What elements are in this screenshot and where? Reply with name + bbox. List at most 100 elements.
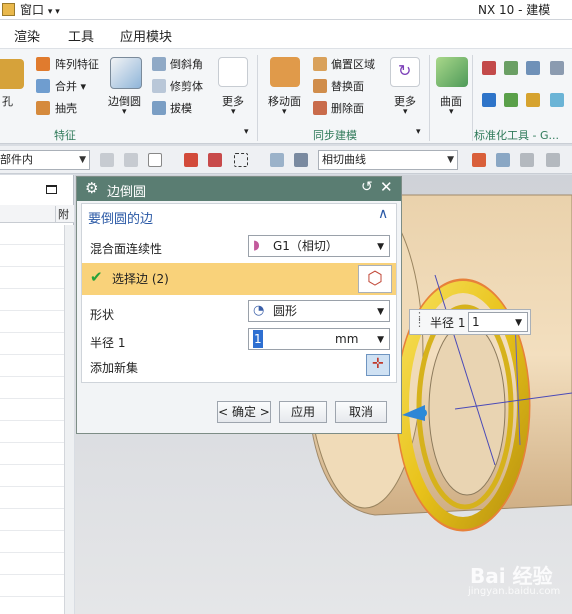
section-header[interactable]: 要倒圆的边 ∧ (82, 204, 396, 228)
list-item[interactable] (0, 357, 64, 377)
filter-icon[interactable] (124, 153, 138, 167)
list-item[interactable] (0, 225, 64, 245)
list-item[interactable] (0, 269, 64, 289)
line-icon[interactable] (546, 153, 560, 167)
list-item[interactable] (0, 379, 64, 399)
radius-tip-value[interactable]: 1 ▼ (468, 312, 528, 332)
tool-icon[interactable] (482, 61, 496, 75)
tab-render[interactable]: 渲染 (14, 26, 40, 45)
chevron-down-icon[interactable]: ▾ (403, 107, 408, 117)
section-title: 要倒圆的边 (88, 212, 154, 227)
list-item[interactable] (0, 291, 64, 311)
trim-body-button[interactable]: 修剪体 (170, 78, 203, 94)
chain-icon[interactable] (208, 153, 222, 167)
shape-icon: ◔ (253, 303, 265, 318)
window-menu[interactable]: 窗口 ▾ ▾ (20, 1, 60, 21)
snap-icon[interactable] (100, 153, 114, 167)
watermark-logo: Bai 经验 (470, 564, 553, 588)
replace-face-icon (313, 79, 327, 93)
collapse-icon[interactable]: ∧ (378, 206, 388, 222)
ok-button[interactable]: < 确定 > (217, 401, 271, 423)
face-icon[interactable] (294, 153, 308, 167)
select-edge-button[interactable]: ⬡ (358, 265, 392, 293)
hole-button[interactable]: 孔 (2, 93, 13, 109)
offset-region-button[interactable]: 偏置区域 (331, 56, 375, 72)
chevron-down-icon[interactable]: ▾ (122, 107, 127, 117)
list-item[interactable] (0, 577, 64, 597)
tool-icon[interactable] (482, 93, 496, 107)
chevron-down-icon: ▼ (377, 307, 384, 317)
list-item[interactable] (0, 511, 64, 531)
arrow-icon[interactable] (496, 153, 510, 167)
chamfer-icon (152, 57, 166, 71)
apply-button[interactable]: 应用 (279, 401, 327, 423)
box-select-icon[interactable] (234, 153, 248, 167)
chevron-down-icon: ▼ (515, 318, 522, 328)
grip-icon[interactable]: ⋮ ⋮ (414, 311, 425, 328)
list-item[interactable] (0, 247, 64, 267)
tab-tools[interactable]: 工具 (68, 26, 94, 45)
shell-button[interactable]: 抽壳 (55, 100, 77, 116)
list-item[interactable] (0, 489, 64, 509)
reset-icon[interactable]: ↺ (361, 179, 373, 195)
tool-icon[interactable] (550, 61, 564, 75)
intersect-icon[interactable] (472, 153, 486, 167)
chevron-down-icon: ▾ ▾ (47, 7, 60, 17)
combine-button[interactable]: 合并 ▾ (55, 78, 86, 94)
edge-blend-icon[interactable] (110, 57, 142, 89)
cancel-button[interactable]: 取消 (335, 401, 387, 423)
list-item[interactable] (0, 335, 64, 355)
tool-icon[interactable] (550, 93, 564, 107)
select-edge-row[interactable]: ✔ 选择边 (2) ⬡ (82, 263, 396, 295)
move-face-icon[interactable] (270, 57, 300, 87)
list-item[interactable] (0, 313, 64, 333)
radius-onscreen-input[interactable]: ⋮ ⋮ 半径 1 1 ▼ (409, 309, 531, 335)
close-icon[interactable]: ✕ (380, 178, 393, 196)
std-tools-group-label: 标准化工具 - G... (474, 129, 559, 142)
draft-button[interactable]: 拔模 (170, 100, 192, 116)
type-filter-icon[interactable] (148, 153, 162, 167)
tool-icon[interactable] (526, 93, 540, 107)
selection-scope-select[interactable]: 部件内 ▼ (0, 150, 90, 170)
sync-group-label: 同步建模 (313, 129, 357, 142)
hole-icon[interactable] (0, 59, 24, 89)
chamfer-button[interactable]: 倒斜角 (170, 56, 203, 72)
list-item[interactable] (0, 401, 64, 421)
blend-continuity-value: G1（相切） (273, 239, 338, 253)
maximize-icon[interactable] (46, 185, 57, 194)
tab-application[interactable]: 应用模块 (120, 26, 172, 45)
pattern-feature-button[interactable]: 阵列特征 (55, 56, 99, 72)
tool-icon[interactable] (504, 93, 518, 107)
chevron-down-icon[interactable]: ▾ (449, 107, 454, 117)
shape-select[interactable]: ◔ 圆形 ▼ (248, 300, 390, 322)
list-item[interactable] (0, 467, 64, 487)
blend-continuity-select[interactable]: ◗ G1（相切） ▼ (248, 235, 390, 257)
tool-icon[interactable] (526, 61, 540, 75)
chevron-down-icon[interactable]: ▾ (416, 127, 421, 137)
chevron-down-icon: ▼ (377, 242, 384, 252)
replace-face-button[interactable]: 替换面 (331, 78, 364, 94)
rotate-icon[interactable] (184, 153, 198, 167)
point-icon[interactable] (520, 153, 534, 167)
more-features-icon[interactable] (218, 57, 248, 87)
scrollbar[interactable] (64, 225, 74, 614)
list-item[interactable] (0, 533, 64, 553)
add-new-set-button[interactable]: ✛ (366, 354, 390, 376)
list-item[interactable] (0, 445, 64, 465)
delete-face-button[interactable]: 删除面 (331, 100, 364, 116)
chevron-down-icon[interactable]: ▾ (282, 107, 287, 117)
gear-icon[interactable]: ⚙ (85, 179, 98, 197)
chevron-down-icon[interactable]: ▾ (231, 107, 236, 117)
continuity-icon: ◗ (253, 238, 260, 253)
list-item[interactable] (0, 423, 64, 443)
radius-input[interactable]: 1 mm ▼ (248, 328, 390, 350)
body-icon[interactable] (270, 153, 284, 167)
shape-value: 圆形 (273, 304, 298, 318)
list-item[interactable] (0, 555, 64, 575)
dialog-title-bar[interactable]: ⚙ 边倒圆 ↺ ✕ (77, 177, 401, 201)
cube-icon: ⬡ (367, 268, 383, 289)
surface-icon[interactable] (436, 57, 468, 87)
curve-rule-select[interactable]: 相切曲线 ▼ (318, 150, 458, 170)
tool-icon[interactable] (504, 61, 518, 75)
chevron-down-icon[interactable]: ▾ (244, 127, 249, 137)
